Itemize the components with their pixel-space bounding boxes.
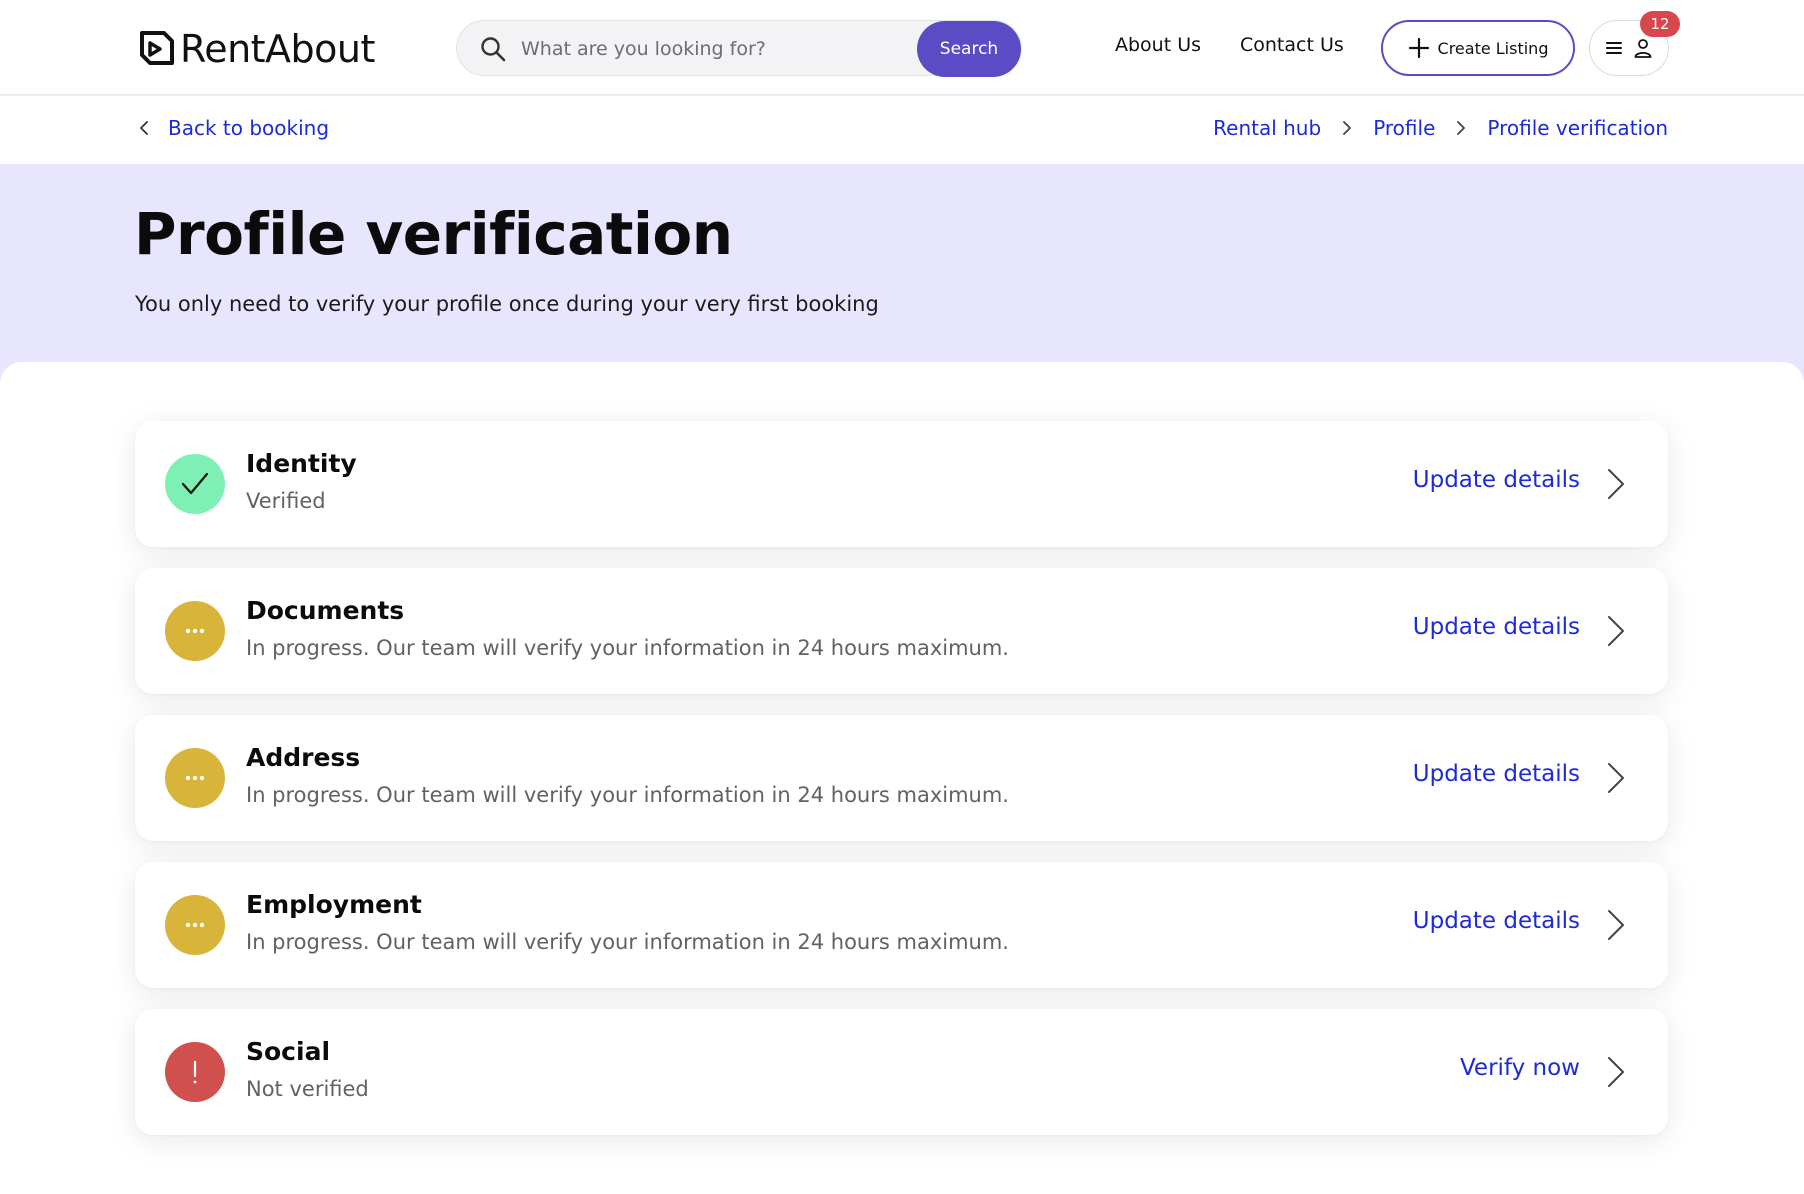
chevron-right-icon[interactable] xyxy=(1604,908,1628,942)
card-status-text: Not verified xyxy=(246,1077,369,1101)
nav-about-us[interactable]: About Us xyxy=(1115,34,1201,56)
card-title: Identity xyxy=(246,449,357,478)
check-icon xyxy=(181,472,209,495)
user-icon xyxy=(1634,39,1652,58)
plus-icon xyxy=(1408,37,1429,59)
card-status-text: In progress. Our team will verify your i… xyxy=(246,636,1009,660)
page-subtitle: You only need to verify your profile onc… xyxy=(135,292,879,316)
card-title: Social xyxy=(246,1037,331,1066)
card-title: Address xyxy=(246,743,361,772)
ellipsis-icon xyxy=(185,775,205,781)
search-button[interactable]: Search xyxy=(917,21,1021,77)
nav-contact-us[interactable]: Contact Us xyxy=(1240,34,1344,56)
update-details-link[interactable]: Update details xyxy=(1413,908,1580,934)
status-in-progress-badge xyxy=(165,895,225,955)
card-status-text: In progress. Our team will verify your i… xyxy=(246,930,1009,954)
verification-card-employment[interactable]: Employment In progress. Our team will ve… xyxy=(135,862,1668,988)
search-icon xyxy=(481,37,506,62)
create-listing-button[interactable]: Create Listing xyxy=(1381,20,1575,76)
chevron-right-icon xyxy=(1343,121,1352,135)
chevron-left-icon xyxy=(140,121,148,135)
chevron-right-icon[interactable] xyxy=(1604,467,1628,501)
back-link-label: Back to booking xyxy=(168,116,330,140)
status-verified-badge xyxy=(165,454,225,514)
status-in-progress-badge xyxy=(165,748,225,808)
verification-card-social[interactable]: Social Not verified Verify now xyxy=(135,1009,1668,1135)
update-details-link[interactable]: Update details xyxy=(1413,761,1580,787)
update-details-link[interactable]: Update details xyxy=(1413,467,1580,493)
verify-now-link[interactable]: Verify now xyxy=(1460,1055,1580,1081)
verification-card-identity[interactable]: Identity Verified Update details xyxy=(135,421,1668,547)
logo[interactable]: RentAbout xyxy=(134,26,375,72)
status-in-progress-badge xyxy=(165,601,225,661)
logo-mark-icon xyxy=(140,31,174,65)
chevron-right-icon[interactable] xyxy=(1604,614,1628,648)
ellipsis-icon xyxy=(185,922,205,928)
subnav-bar: Back to booking Rental hub Profile Profi… xyxy=(0,96,1804,164)
back-to-booking-link[interactable]: Back to booking xyxy=(134,116,329,140)
card-status-text: In progress. Our team will verify your i… xyxy=(246,783,1009,807)
page-title: Profile verification xyxy=(134,200,733,268)
chevron-right-icon[interactable] xyxy=(1604,761,1628,795)
verification-card-documents[interactable]: Documents In progress. Our team will ver… xyxy=(135,568,1668,694)
exclamation-icon xyxy=(193,1060,197,1084)
top-header: RentAbout Search About Us Contact Us Cre… xyxy=(0,0,1804,96)
breadcrumb-rental-hub[interactable]: Rental hub xyxy=(1213,116,1321,140)
search-bar: Search xyxy=(456,20,1022,77)
chevron-right-icon xyxy=(1457,121,1466,135)
ellipsis-icon xyxy=(185,628,205,634)
logo-text: RentAbout xyxy=(180,27,375,71)
verification-card-address[interactable]: Address In progress. Our team will verif… xyxy=(135,715,1668,841)
status-not-verified-badge xyxy=(165,1042,225,1102)
card-title: Employment xyxy=(246,890,422,919)
hero-banner: Profile verification You only need to ve… xyxy=(0,164,1804,384)
breadcrumb-profile-verification[interactable]: Profile verification xyxy=(1487,116,1668,140)
create-listing-label: Create Listing xyxy=(1437,38,1549,58)
chevron-right-icon[interactable] xyxy=(1604,1055,1628,1089)
breadcrumb: Rental hub Profile Profile verification xyxy=(1213,116,1668,140)
breadcrumb-profile[interactable]: Profile xyxy=(1373,116,1435,140)
search-input[interactable] xyxy=(521,29,851,69)
verification-list: Identity Verified Update details Documen… xyxy=(0,362,1804,1194)
hamburger-menu-icon xyxy=(1606,42,1622,54)
notification-badge: 12 xyxy=(1640,11,1680,37)
update-details-link[interactable]: Update details xyxy=(1413,614,1580,640)
card-title: Documents xyxy=(246,596,405,625)
card-status-text: Verified xyxy=(246,489,326,513)
